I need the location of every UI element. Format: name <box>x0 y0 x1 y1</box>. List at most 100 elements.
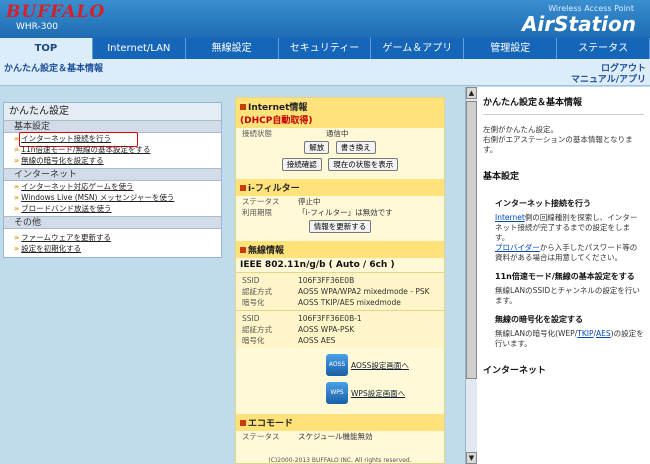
main-nav: TOP Internet/LAN 無線設定 セキュリティー ゲーム＆アプリ 管理… <box>0 38 650 59</box>
menu-item-firmware[interactable]: » ファームウェアを更新する <box>4 232 221 243</box>
aoss-link[interactable]: AOSS AOSS設定画面へ <box>326 352 444 378</box>
row-key: SSID <box>242 276 260 285</box>
menu-item-game[interactable]: » インターネット対応ゲームを使う <box>4 181 221 192</box>
main-area: かんたん設定 基本設定 » インターネット接続を行う » 11n倍速モード/無線の基… <box>0 87 650 464</box>
scroll-thumb[interactable] <box>466 101 477 379</box>
help-sub-enc: 無線の暗号化を設定する <box>495 315 583 324</box>
wireless-mode: IEEE 802.11n/g/b ( Auto / 6ch ) <box>240 260 395 270</box>
menu-item-label[interactable]: 設定を初期化する <box>21 244 81 253</box>
tab-wireless[interactable]: 無線設定 <box>186 38 279 59</box>
menu-item-reset[interactable]: » 設定を初期化する <box>4 243 221 254</box>
wireless-header: 無線情報 <box>236 241 444 258</box>
row-value: スケジュール機能無効 <box>298 432 373 441</box>
tab-game-app[interactable]: ゲーム＆アプリ <box>371 38 465 59</box>
wps-icon[interactable]: WPS <box>326 382 348 404</box>
row-value: 「i-フィルター」は無効です <box>298 208 393 217</box>
help-section-internet: インターネット <box>483 366 547 376</box>
menu-item-label[interactable]: 11n倍速モード/無線の基本設定をする <box>21 145 150 154</box>
help-text: 左側がかんたん設定。 <box>483 125 558 134</box>
section-other: その他 <box>4 216 221 229</box>
update-info-button[interactable]: 情報を更新する <box>308 220 372 233</box>
help-sub-internet: インターネット接続を行う <box>495 199 591 208</box>
row-key: 利用期限 <box>242 208 272 217</box>
menu-item-label[interactable]: ファームウェアを更新する <box>21 233 111 242</box>
menu-item-label[interactable]: ブロードバンド放送を使う <box>21 204 111 213</box>
internet-link[interactable]: Internet <box>495 213 525 222</box>
wps-link[interactable]: WPS WPS設定画面へ <box>326 380 444 406</box>
tab-status[interactable]: ステータス <box>557 38 650 59</box>
tab-security[interactable]: セキュリティー <box>279 38 372 59</box>
menu-item-messenger[interactable]: » Windows Live (MSN) メッセンジャーを使う <box>4 192 221 203</box>
square-bullet-icon <box>240 104 246 110</box>
scroll-down-icon[interactable]: ▼ <box>466 452 477 464</box>
help-intro: 左側がかんたん設定。 右側がエアステーションの基本情報となります。 <box>483 125 644 155</box>
menu-item-internet-connect[interactable]: » インターネット接続を行う <box>4 132 221 147</box>
double-arrow-icon: » <box>14 156 20 165</box>
menu-item-label[interactable]: インターネット接続を行う <box>21 134 111 143</box>
manual-link[interactable]: マニュアル/アプリ <box>571 72 646 85</box>
connection-check-button[interactable]: 接続確認 <box>281 158 322 171</box>
tab-top[interactable]: TOP <box>0 38 93 59</box>
internet-dhcp-label: (DHCP自動取得) <box>240 116 313 126</box>
rewrite-button[interactable]: 書き換え <box>335 141 376 154</box>
menu-item-broadband[interactable]: » ブロードバンド放送を使う <box>4 203 221 214</box>
help-sub-11n: 11n倍速モード/無線の基本設定をする <box>495 272 635 281</box>
release-button[interactable]: 解放 <box>304 141 330 154</box>
internet-info-header: Internet情報 (DHCP自動取得) <box>236 98 444 128</box>
show-status-button[interactable]: 現在の状態を表示 <box>328 158 399 171</box>
aes-link[interactable]: AES <box>596 329 611 338</box>
divider <box>483 114 644 115</box>
row-value: 106F3FF36E0B-1 <box>298 314 362 323</box>
sub-header: かんたん設定＆基本情報 ログアウト マニュアル/アプリ <box>0 59 650 86</box>
page-title: かんたん設定＆基本情報 <box>4 64 104 74</box>
tab-internet-lan[interactable]: Internet/LAN <box>93 38 186 59</box>
row-value: 停止中 <box>298 197 321 206</box>
row-value: AOSS WPA-PSK <box>298 325 355 334</box>
square-bullet-icon <box>240 247 246 253</box>
ifilter-status-row: ステータス 停止中 <box>236 196 444 207</box>
double-arrow-icon: » <box>14 145 20 154</box>
help-para-11n: 無線LANのSSIDとチャンネルの設定を行います。 <box>495 286 640 305</box>
internet-status-row: 接続状態 通信中 <box>236 128 444 139</box>
menu-item-label[interactable]: Windows Live (MSN) メッセンジャーを使う <box>21 193 174 202</box>
double-arrow-icon: » <box>14 182 20 191</box>
row-key: 接続状態 <box>242 129 272 138</box>
help-scrollbar[interactable]: ▲ ▼ <box>465 87 477 464</box>
wireless-title: 無線情報 <box>248 246 285 256</box>
auth-row: 認証方式 AOSS WPA/WPA2 mixedmode - PSK <box>236 286 444 297</box>
status-panel: Internet情報 (DHCP自動取得) 接続状態 通信中 解放 書き換え 接続… <box>235 97 445 464</box>
menu-item-11n-wireless[interactable]: » 11n倍速モード/無線の基本設定をする <box>4 144 221 155</box>
wireless-ops: AOSS AOSS設定画面へ WPS WPS設定画面へ <box>236 348 444 410</box>
row-key: ステータス <box>242 432 280 441</box>
internet-buttons-1: 解放 書き換え <box>236 139 444 156</box>
provider-link[interactable]: プロバイダー <box>495 243 540 252</box>
row-value: AOSS AES <box>298 336 336 345</box>
row-key: ステータス <box>242 197 280 206</box>
eco-status-row: ステータス スケジュール機能無効 <box>236 431 444 442</box>
row-value: 通信中 <box>326 129 349 138</box>
double-arrow-icon: » <box>14 193 20 202</box>
footer-copyright: (C)2000-2013 BUFFALO INC. All rights res… <box>268 457 412 464</box>
row-key: 暗号化 <box>242 336 265 345</box>
tab-admin[interactable]: 管理設定 <box>464 38 558 59</box>
ifilter-period-row: 利用期限 「i-フィルター」は無効です <box>236 207 444 218</box>
section-internet: インターネット <box>4 168 221 181</box>
aoss-icon[interactable]: AOSS <box>326 354 348 376</box>
menu-item-label[interactable]: 無線の暗号化を設定する <box>21 156 104 165</box>
tkip-link[interactable]: TKIP <box>577 329 593 338</box>
menu-item-encryption[interactable]: » 無線の暗号化を設定する <box>4 155 221 166</box>
square-bullet-icon <box>240 185 246 191</box>
row-value: 106F3FF36E0B <box>298 276 355 285</box>
scroll-up-icon[interactable]: ▲ <box>466 87 477 99</box>
row-value: AOSS WPA/WPA2 mixedmode - PSK <box>298 287 430 296</box>
product-name: AirStation <box>521 12 636 36</box>
wps-link-label[interactable]: WPS設定画面へ <box>351 388 405 399</box>
menu-item-label[interactable]: インターネット対応ゲームを使う <box>21 182 133 191</box>
header: BUFFALO WHR-300 Wireless Access Point Ai… <box>0 0 650 40</box>
eco-title: エコモード <box>248 419 294 429</box>
row-key: 認証方式 <box>242 287 272 296</box>
brand-logo: BUFFALO <box>6 2 106 22</box>
easy-setup-menu: かんたん設定 基本設定 » インターネット接続を行う » 11n倍速モード/無線の基… <box>3 102 222 258</box>
aoss-link-label[interactable]: AOSS設定画面へ <box>351 360 409 371</box>
double-arrow-icon: » <box>14 233 20 242</box>
